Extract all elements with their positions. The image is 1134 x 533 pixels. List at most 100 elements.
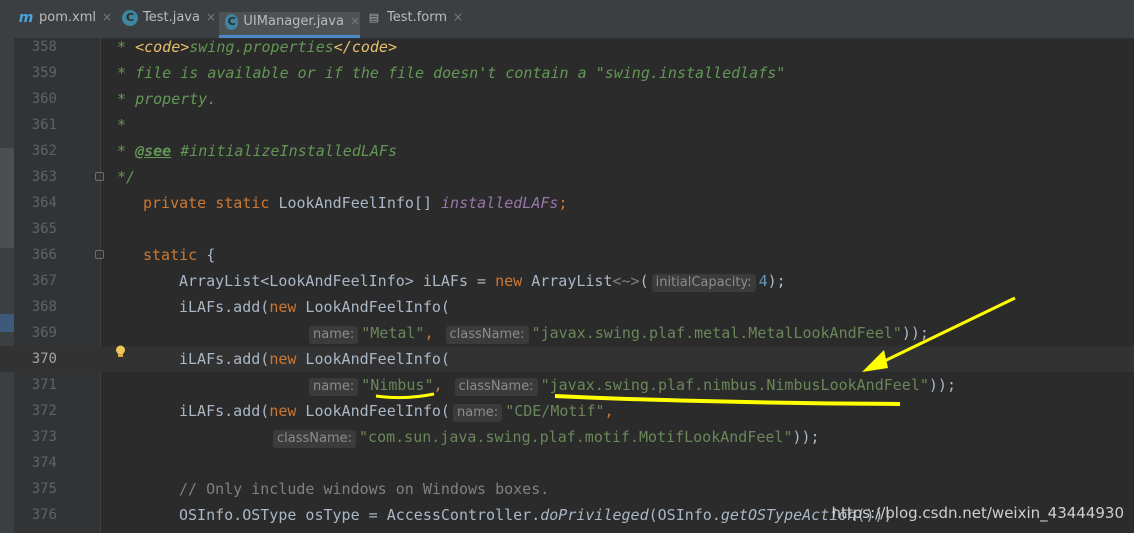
- lightbulb-icon[interactable]: [114, 345, 127, 359]
- parameter-hint: name:: [309, 326, 359, 344]
- java-class-icon: C: [122, 10, 138, 26]
- fold-icon[interactable]: [95, 250, 104, 259]
- code-segment: iLAFs.add(: [179, 350, 270, 368]
- code-segment: ));: [928, 376, 956, 394]
- code-text[interactable]: iLAFs.add(new LookAndFeelInfo(: [179, 294, 450, 320]
- code-segment: ));: [901, 324, 929, 342]
- line-number: 359: [31, 65, 57, 81]
- code-line: 364 private static LookAndFeelInfo[] ins…: [0, 190, 1134, 216]
- code-line: 362 * @see #initializeInstalledLAFs: [0, 138, 1134, 164]
- code-segment: ArrayList: [522, 272, 613, 290]
- comment[interactable]: * property.: [108, 86, 216, 112]
- comment: *: [108, 142, 136, 160]
- code-segment: (: [639, 272, 649, 290]
- close-icon[interactable]: ×: [350, 14, 360, 28]
- code-line: 358 * <code>swing.properties</code>: [0, 34, 1134, 60]
- keyword: private static: [143, 194, 270, 212]
- folded-diamond: <~>: [612, 272, 640, 290]
- code-line: 368 iLAFs.add(new LookAndFeelInfo(: [0, 294, 1134, 320]
- line-comment[interactable]: // Only include windows on Windows boxes…: [179, 476, 549, 502]
- comment[interactable]: * file is available or if the file doesn…: [108, 60, 785, 86]
- code-segment: ));: [792, 428, 820, 446]
- code-line: 367 ArrayList<LookAndFeelInfo> iLAFs = n…: [0, 268, 1134, 294]
- line-number: 367: [31, 273, 57, 289]
- code-line-current: 370 iLAFs.add(new LookAndFeelInfo(: [0, 346, 1134, 372]
- code-text[interactable]: className: "com.sun.java.swing.plaf.motif…: [270, 424, 820, 450]
- number-literal: 4: [758, 272, 768, 290]
- code-text[interactable]: * <code>swing.properties</code>: [108, 34, 397, 60]
- code-text[interactable]: iLAFs.add(new LookAndFeelInfo(: [179, 346, 450, 372]
- type: LookAndFeelInfo[]: [269, 194, 442, 212]
- line-number: 373: [31, 429, 57, 445]
- line-number: 364: [31, 195, 57, 211]
- string-literal: "Metal": [361, 324, 425, 342]
- string-literal: "Nimbus": [361, 376, 434, 394]
- code-line: 363 */: [0, 164, 1134, 190]
- tab-label: pom.xml: [39, 10, 96, 25]
- comment: *: [108, 38, 136, 56]
- string-literal: "CDE/Motif": [505, 402, 605, 420]
- html-tag: </code>: [333, 38, 397, 56]
- code-segment: iLAFs.add(: [179, 402, 270, 420]
- line-number: 358: [31, 39, 57, 55]
- string-literal: "javax.swing.plaf.nimbus.NimbusLookAndFe…: [540, 376, 929, 394]
- code-text[interactable]: name: "Nimbus", className: "javax.swing.pl…: [306, 372, 956, 398]
- form-icon: ▤: [368, 11, 380, 24]
- code-line: 373 className: "com.sun.java.swing.plaf.m…: [0, 424, 1134, 450]
- code-segment: LookAndFeelInfo(: [296, 402, 450, 420]
- html-tag: <code>: [135, 38, 190, 56]
- close-icon[interactable]: ×: [102, 10, 112, 24]
- code-line: 371 name: "Nimbus", className: "javax.swin…: [0, 372, 1134, 398]
- line-number: 361: [31, 117, 57, 133]
- parameter-hint: className:: [454, 378, 538, 396]
- brace: {: [197, 246, 216, 264]
- code-segment: iLAFs.add(: [179, 298, 270, 316]
- line-number: 360: [31, 91, 57, 107]
- code-text[interactable]: private static LookAndFeelInfo[] install…: [143, 190, 567, 216]
- keyword: new: [269, 350, 297, 368]
- semicolon: ;: [558, 194, 568, 212]
- parameter-hint: className:: [273, 430, 357, 448]
- code-segment: );: [767, 272, 786, 290]
- code-text[interactable]: * @see #initializeInstalledLAFs: [108, 138, 397, 164]
- keyword: new: [495, 272, 523, 290]
- comma: ,: [604, 402, 614, 420]
- fold-icon[interactable]: [95, 172, 104, 181]
- code-line: 361 *: [0, 112, 1134, 138]
- code-segment: LookAndFeelInfo(: [296, 298, 450, 316]
- comment[interactable]: *: [108, 112, 126, 138]
- code-text[interactable]: ArrayList<LookAndFeelInfo> iLAFs = new A…: [179, 268, 786, 294]
- string-literal: "javax.swing.plaf.metal.MetalLookAndFeel…: [531, 324, 902, 342]
- line-number: 366: [31, 247, 57, 263]
- code-line: 374: [0, 450, 1134, 476]
- code-text[interactable]: OSInfo.OSType osType = AccessController.…: [179, 502, 892, 528]
- code-text[interactable]: iLAFs.add(new LookAndFeelInfo(name: "CDE/…: [179, 398, 614, 424]
- parameter-hint: name:: [452, 404, 503, 422]
- field: installedLAFs: [441, 194, 559, 212]
- code-text[interactable]: name: "Metal", className: "javax.swing.pla…: [306, 320, 929, 346]
- close-icon[interactable]: ×: [453, 10, 463, 24]
- code-line: 369 name: "Metal", className: "javax.swing…: [0, 320, 1134, 346]
- code-segment: LookAndFeelInfo(: [296, 350, 450, 368]
- code-text[interactable]: static {: [143, 242, 215, 268]
- close-icon[interactable]: ×: [206, 10, 216, 24]
- code-segment: OSInfo.OSType osType = AccessController.: [179, 506, 541, 524]
- java-class-icon: C: [225, 14, 239, 30]
- keyword: new: [269, 298, 297, 316]
- code-line: 366 static {: [0, 242, 1134, 268]
- parameter-hint: initialCapacity:: [651, 274, 756, 292]
- tab-label: Test.java: [143, 10, 200, 25]
- code-line: 360 * property.: [0, 86, 1134, 112]
- comment[interactable]: */: [108, 164, 135, 190]
- line-number: 362: [31, 143, 57, 159]
- line-number: 371: [31, 377, 57, 393]
- watermark: https://blog.csdn.net/weixin_43444930: [831, 504, 1124, 522]
- parameter-hint: className:: [445, 326, 529, 344]
- keyword: static: [143, 246, 198, 264]
- javadoc-tag: @see: [135, 142, 172, 160]
- line-number: 368: [31, 299, 57, 315]
- line-number: 376: [31, 507, 57, 523]
- tab-label: UIManager.java: [243, 14, 344, 29]
- comment: #initializeInstalledLAFs: [171, 142, 397, 160]
- line-number: 370: [31, 351, 57, 367]
